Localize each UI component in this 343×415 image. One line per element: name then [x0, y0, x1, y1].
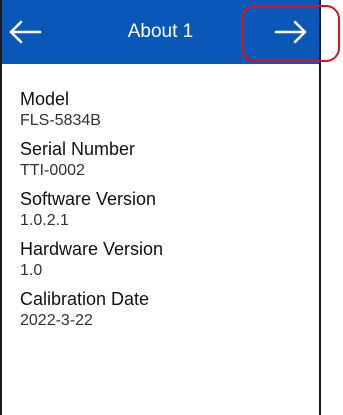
field-label: Calibration Date: [20, 289, 150, 309]
arrow-right-icon: [274, 20, 307, 44]
device-info-list: Model FLS-5834B Serial Number TTI-0002 S…: [20, 88, 310, 338]
calibration-date-field: Calibration Date 2022-3-22: [20, 288, 310, 331]
about-screen: About 1 Model FLS-5834B Serial Number TT…: [0, 0, 321, 415]
back-button[interactable]: [4, 8, 52, 56]
field-value: TTI-0002: [20, 162, 85, 179]
field-value: 2022-3-22: [20, 312, 93, 329]
serial-number-field: Serial Number TTI-0002: [20, 138, 310, 181]
next-button[interactable]: [264, 8, 312, 56]
field-label: Software Version: [20, 189, 157, 209]
field-label: Serial Number: [20, 139, 136, 159]
field-value: FLS-5834B: [20, 112, 101, 129]
field-label: Model: [20, 89, 70, 109]
software-version-field: Software Version 1.0.2.1: [20, 188, 310, 231]
field-value: 1.0: [20, 262, 43, 279]
page-title: About 1: [127, 21, 194, 42]
field-label: Hardware Version: [20, 239, 164, 259]
field-value: 1.0.2.1: [20, 212, 69, 229]
model-field: Model FLS-5834B: [20, 88, 310, 131]
hardware-version-field: Hardware Version 1.0: [20, 238, 310, 281]
header-bar: About 1: [2, 0, 319, 64]
arrow-left-icon: [9, 20, 42, 44]
